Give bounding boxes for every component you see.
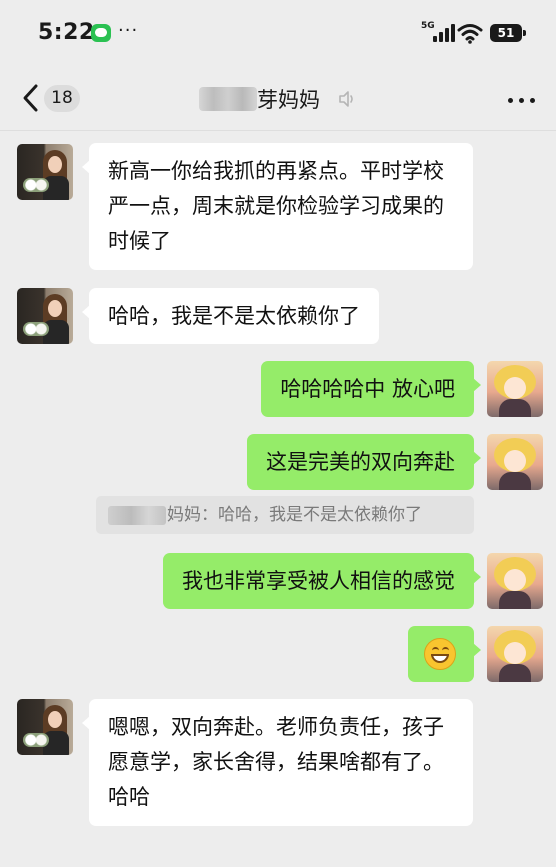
wifi-icon	[457, 24, 483, 44]
redacted-name-block	[199, 87, 257, 111]
avatar[interactable]	[487, 361, 543, 417]
avatar[interactable]	[17, 288, 73, 344]
chat-header: 18 芽妈妈	[0, 66, 556, 130]
outgoing-message[interactable]: 哈哈哈哈中 放心吧	[261, 361, 481, 417]
outgoing-message[interactable]: 这是完美的双向奔赴	[247, 434, 481, 490]
status-time: 5:22	[38, 20, 95, 45]
unread-count-badge[interactable]: 18	[44, 85, 80, 112]
mute-icon	[339, 91, 353, 107]
back-icon[interactable]	[16, 80, 46, 116]
header-divider	[0, 130, 556, 131]
more-notifications-icon: ···	[118, 20, 139, 41]
chat-screen: 5:22 ··· 5G 51 18 芽妈妈 新高一你给我抓的再紧点。平时学校严一…	[0, 0, 556, 867]
avatar[interactable]	[487, 553, 543, 609]
redacted-name-block	[108, 506, 166, 525]
grinning-face-emoji	[424, 638, 456, 670]
avatar[interactable]	[17, 144, 73, 200]
avatar[interactable]	[487, 434, 543, 490]
battery-level: 51	[497, 26, 515, 40]
incoming-message[interactable]: 嗯嗯，双向奔赴。老师负责任，孩子愿意学，家长舍得，结果啥都有了。哈哈	[82, 699, 473, 826]
avatar[interactable]	[487, 626, 543, 682]
signal-icon	[433, 24, 455, 42]
battery-icon: 51	[490, 24, 526, 42]
quoted-message[interactable]: 妈妈：哈哈，我是不是太依赖你了	[96, 496, 474, 534]
outgoing-message[interactable]: 我也非常享受被人相信的感觉	[163, 553, 481, 609]
chat-title: 芽妈妈	[257, 88, 320, 112]
wechat-notification-icon	[91, 24, 111, 42]
more-icon[interactable]	[505, 88, 539, 110]
incoming-message[interactable]: 哈哈，我是不是太依赖你了	[82, 288, 379, 344]
quoted-message-text: 妈妈：哈哈，我是不是太依赖你了	[167, 505, 422, 525]
incoming-message[interactable]: 新高一你给我抓的再紧点。平时学校严一点，周末就是你检验学习成果的时候了	[82, 143, 473, 270]
avatar[interactable]	[17, 699, 73, 755]
status-bar: 5:22 ··· 5G 51	[0, 0, 556, 66]
